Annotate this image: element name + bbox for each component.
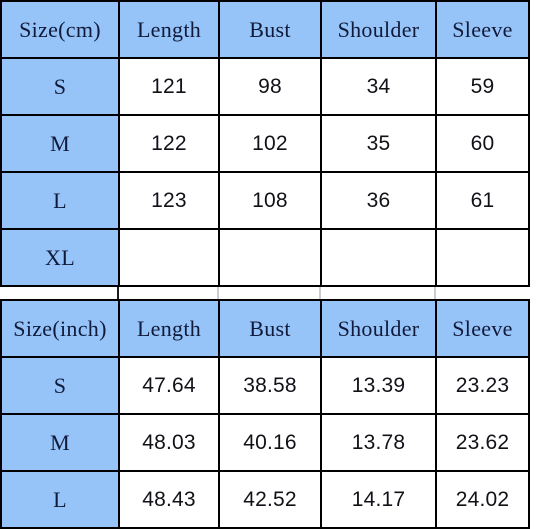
table-header-row-cm: Size(cm) Length Bust Shoulder Sleeve — [0, 0, 530, 59]
cell-length-m-inch: 48.03 — [118, 413, 220, 472]
size-chart: Size(cm) Length Bust Shoulder Sleeve S 1… — [0, 0, 542, 529]
column-header-shoulder-inch: Shoulder — [320, 299, 437, 358]
cell-sleeve-xl-cm — [435, 228, 530, 287]
cell-sleeve-m-cm: 60 — [435, 114, 530, 173]
column-header-size-inch: Size(inch) — [0, 299, 120, 358]
table-row: S 47.64 38.58 13.39 23.23 — [0, 356, 530, 415]
size-table-cm: Size(cm) Length Bust Shoulder Sleeve S 1… — [0, 0, 530, 287]
table-row: XL — [0, 228, 530, 287]
table-row: M 48.03 40.16 13.78 23.62 — [0, 413, 530, 472]
gap-column-rule-2 — [217, 287, 219, 299]
column-header-length-inch: Length — [118, 299, 220, 358]
gap-column-rule-3 — [319, 287, 321, 299]
gap-column-rule-1 — [117, 287, 119, 299]
column-header-sleeve-cm: Sleeve — [435, 0, 530, 59]
cell-shoulder-m-cm: 35 — [320, 114, 437, 173]
size-label-m-cm: M — [0, 114, 120, 173]
table-separator-gap — [0, 287, 528, 299]
size-table-inch-block: Size(inch) Length Bust Shoulder Sleeve S… — [0, 299, 542, 529]
cell-shoulder-xl-cm — [320, 228, 437, 287]
cell-sleeve-l-cm: 61 — [435, 171, 530, 230]
size-label-s-cm: S — [0, 57, 120, 116]
cell-shoulder-s-inch: 13.39 — [320, 356, 437, 415]
cell-sleeve-m-inch: 23.62 — [435, 413, 530, 472]
column-header-size-cm: Size(cm) — [0, 0, 120, 59]
cell-length-s-inch: 47.64 — [118, 356, 220, 415]
cell-length-s-cm: 121 — [118, 57, 220, 116]
table-row: S 121 98 34 59 — [0, 57, 530, 116]
cell-bust-l-inch: 42.52 — [218, 470, 322, 529]
cell-length-xl-cm — [118, 228, 220, 287]
column-header-sleeve-inch: Sleeve — [435, 299, 530, 358]
table-row: L 48.43 42.52 14.17 24.02 — [0, 470, 530, 529]
table-header-row-inch: Size(inch) Length Bust Shoulder Sleeve — [0, 299, 530, 358]
cell-length-l-inch: 48.43 — [118, 470, 220, 529]
table-row: M 122 102 35 60 — [0, 114, 530, 173]
cell-sleeve-l-inch: 24.02 — [435, 470, 530, 529]
column-header-shoulder-cm: Shoulder — [320, 0, 437, 59]
size-label-s-inch: S — [0, 356, 120, 415]
size-table-inch: Size(inch) Length Bust Shoulder Sleeve S… — [0, 299, 530, 529]
gap-column-rule-4 — [434, 287, 436, 299]
cell-bust-s-cm: 98 — [218, 57, 322, 116]
cell-shoulder-s-cm: 34 — [320, 57, 437, 116]
cell-shoulder-l-cm: 36 — [320, 171, 437, 230]
column-header-bust-inch: Bust — [218, 299, 322, 358]
cell-length-l-cm: 123 — [118, 171, 220, 230]
cell-shoulder-m-inch: 13.78 — [320, 413, 437, 472]
cell-bust-m-inch: 40.16 — [218, 413, 322, 472]
cell-length-m-cm: 122 — [118, 114, 220, 173]
cell-bust-m-cm: 102 — [218, 114, 322, 173]
cell-shoulder-l-inch: 14.17 — [320, 470, 437, 529]
size-table-cm-block: Size(cm) Length Bust Shoulder Sleeve S 1… — [0, 0, 542, 287]
cell-bust-l-cm: 108 — [218, 171, 322, 230]
cell-bust-xl-cm — [218, 228, 322, 287]
cell-bust-s-inch: 38.58 — [218, 356, 322, 415]
size-label-l-inch: L — [0, 470, 120, 529]
cell-sleeve-s-inch: 23.23 — [435, 356, 530, 415]
cell-sleeve-s-cm: 59 — [435, 57, 530, 116]
column-header-length-cm: Length — [118, 0, 220, 59]
column-header-bust-cm: Bust — [218, 0, 322, 59]
table-row: L 123 108 36 61 — [0, 171, 530, 230]
size-label-m-inch: M — [0, 413, 120, 472]
size-label-xl-cm: XL — [0, 228, 120, 287]
size-label-l-cm: L — [0, 171, 120, 230]
